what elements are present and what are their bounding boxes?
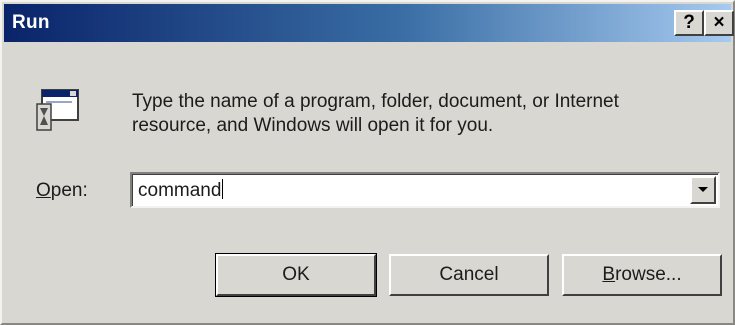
title-bar[interactable]: Run ? × [4,4,734,42]
close-button[interactable]: × [704,10,734,36]
open-input-value: command [138,180,222,201]
browse-button[interactable]: Browse... [562,254,722,296]
open-label: Open: [36,180,88,202]
browse-mnemonic: B [602,264,616,285]
prompt-line-2: resource, and Windows will open it for y… [132,115,494,136]
chevron-down-icon [698,187,708,192]
prompt-text: Type the name of a program, folder, docu… [132,90,712,138]
open-label-mnemonic: O [36,180,51,201]
dropdown-button[interactable] [690,176,716,204]
open-input[interactable]: command [138,179,224,202]
window-title: Run [12,12,50,33]
text-cursor [222,179,224,199]
help-button[interactable]: ? [674,10,704,36]
open-label-rest: pen: [50,180,88,201]
ok-button[interactable]: OK [215,253,377,297]
browse-label-rest: rowse... [615,264,682,285]
prompt-line-1: Type the name of a program, folder, docu… [132,91,619,112]
cancel-button[interactable]: Cancel [389,254,549,296]
run-dialog: Run ? × Type the name of a program, fold… [0,0,735,325]
open-combobox[interactable]: command [130,172,720,208]
run-icon [36,89,79,131]
